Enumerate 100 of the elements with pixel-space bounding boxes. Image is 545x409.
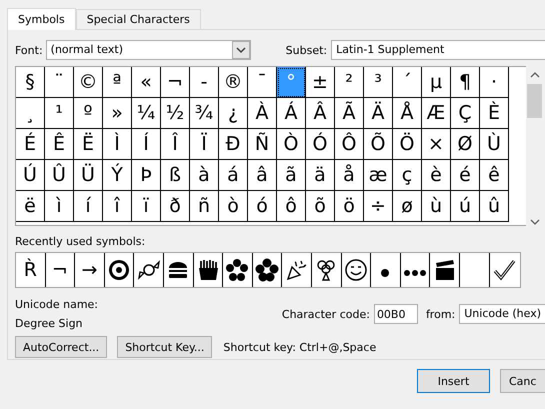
symbol-cell[interactable]: ô: [277, 191, 306, 222]
symbol-cell[interactable]: ©: [74, 67, 103, 98]
symbol-cell[interactable]: «: [132, 67, 161, 98]
symbol-cell[interactable]: É: [16, 129, 45, 160]
symbol-cell[interactable]: ¸: [16, 98, 45, 129]
symbol-cell[interactable]: Ó: [306, 129, 335, 160]
symbol-cell[interactable]: Ù: [480, 129, 509, 160]
symbol-cell[interactable]: Ë: [74, 129, 103, 160]
check-icon[interactable]: [492, 258, 516, 282]
autocorrect-button[interactable]: AutoCorrect...: [15, 336, 108, 358]
symbol-cell[interactable]: ¬: [161, 67, 190, 98]
symbol-cell[interactable]: È: [480, 98, 509, 129]
scroll-up-icon[interactable]: [530, 71, 540, 79]
symbol-cell[interactable]: ñ: [190, 191, 219, 222]
symbol-cell[interactable]: ð: [161, 191, 190, 222]
symbol-cell[interactable]: -: [190, 67, 219, 98]
symbol-cell[interactable]: ç: [393, 160, 422, 191]
symbol-cell[interactable]: ½: [161, 98, 190, 129]
symbol-cell[interactable]: à: [190, 160, 219, 191]
symbol-cell[interactable]: ²: [335, 67, 364, 98]
symbol-cell[interactable]: Ê: [45, 129, 74, 160]
symbol-cell[interactable]: Ö: [393, 129, 422, 160]
confetti-icon[interactable]: [284, 258, 309, 282]
symbol-cell[interactable]: û: [480, 191, 509, 222]
symbol-cell[interactable]: ÷: [364, 191, 393, 222]
symbol-cell[interactable]: ¼: [132, 98, 161, 129]
symbol-cell[interactable]: Å: [393, 98, 422, 129]
symbol-cell[interactable]: ã: [277, 160, 306, 191]
tab[interactable]: Special Characters: [76, 9, 201, 29]
smiley-icon[interactable]: [344, 258, 368, 282]
symbol-cell[interactable]: õ: [306, 191, 335, 222]
symbol-cell[interactable]: Î: [161, 129, 190, 160]
symbol-cell[interactable]: ß: [161, 160, 190, 191]
dialog-button[interactable]: Canc: [500, 369, 545, 393]
symbol-cell[interactable]: á: [219, 160, 248, 191]
recent-symbol[interactable]: ¬: [52, 259, 68, 281]
symbol-cell[interactable]: Ô: [335, 129, 364, 160]
symbol-cell[interactable]: ì: [45, 191, 74, 222]
symbol-cell[interactable]: ù: [422, 191, 451, 222]
symbol-cell[interactable]: Þ: [132, 160, 161, 191]
symbol-cell[interactable]: æ: [364, 160, 393, 191]
symbol-cell[interactable]: ó: [248, 191, 277, 222]
symbol-cell[interactable]: â: [248, 160, 277, 191]
symbol-cell[interactable]: Ð: [219, 129, 248, 160]
recent-symbol[interactable]: →: [82, 259, 98, 281]
scroll-thumb[interactable]: [527, 84, 542, 118]
symbol-cell[interactable]: ë: [16, 191, 45, 222]
character-code-field[interactable]: 00B0: [374, 304, 418, 324]
from-dropdown[interactable]: Unicode (hex): [459, 304, 545, 324]
scroll-down-icon[interactable]: [530, 218, 540, 226]
symbol-cell[interactable]: ®: [219, 67, 248, 98]
symbol-cell[interactable]: Â: [306, 98, 335, 129]
symbol-cell[interactable]: ò: [219, 191, 248, 222]
symbol-cell[interactable]: å: [335, 160, 364, 191]
symbol-cell[interactable]: ø: [393, 191, 422, 222]
symbol-cell[interactable]: Õ: [364, 129, 393, 160]
symbol-cell[interactable]: Ï: [190, 129, 219, 160]
symbol-cell[interactable]: ä: [306, 160, 335, 191]
symbol-cell[interactable]: é: [451, 160, 480, 191]
symbol-cell[interactable]: Æ: [422, 98, 451, 129]
symbol-cell[interactable]: Í: [132, 129, 161, 160]
recent-symbol[interactable]: R̀: [24, 259, 37, 281]
tab[interactable]: Symbols: [7, 8, 76, 30]
symbol-cell[interactable]: ¶: [451, 67, 480, 98]
symbol-cell[interactable]: Ø: [451, 129, 480, 160]
symbol-cell[interactable]: ú: [451, 191, 480, 222]
symbol-cell[interactable]: ª: [103, 67, 132, 98]
symbol-cell[interactable]: ¾: [190, 98, 219, 129]
symbol-cell[interactable]: ¿: [219, 98, 248, 129]
symbol-cell[interactable]: º: [74, 98, 103, 129]
shortcut-key-button[interactable]: Shortcut Key...: [117, 336, 212, 358]
symbol-cell[interactable]: è: [422, 160, 451, 191]
symbol-cell[interactable]: ¹: [45, 98, 74, 129]
symbol-cell[interactable]: Ã: [335, 98, 364, 129]
symbol-cell[interactable]: ³: [364, 67, 393, 98]
symbol-cell[interactable]: Ò: [277, 129, 306, 160]
symbol-cell[interactable]: Ý: [103, 160, 132, 191]
symbol-cell[interactable]: Ñ: [248, 129, 277, 160]
symbol-cell[interactable]: Ú: [16, 160, 45, 191]
subset-dropdown[interactable]: Latin-1 Supplement: [331, 40, 545, 60]
dialog-button[interactable]: Insert: [417, 369, 490, 393]
symbol-cell[interactable]: §: [16, 67, 45, 98]
symbol-cell[interactable]: »: [103, 98, 132, 129]
symbol-cell[interactable]: î: [103, 191, 132, 222]
symbol-cell[interactable]: À: [248, 98, 277, 129]
symbol-cell[interactable]: ï: [132, 191, 161, 222]
symbol-cell[interactable]: í: [74, 191, 103, 222]
symbol-cell[interactable]: ê: [480, 160, 509, 191]
flower-icon[interactable]: [225, 258, 250, 282]
candy-icon[interactable]: [136, 258, 161, 282]
symbol-cell[interactable]: ×: [422, 129, 451, 160]
symbol-cell[interactable]: ö: [335, 191, 364, 222]
symbol-cell[interactable]: ±: [306, 67, 335, 98]
symbol-cell[interactable]: Á: [277, 98, 306, 129]
font-dropdown[interactable]: (normal text): [46, 40, 251, 60]
symbol-cell[interactable]: Ì: [103, 129, 132, 160]
flower-icon[interactable]: [255, 258, 280, 282]
symbol-cell[interactable]: Ç: [451, 98, 480, 129]
symbol-cell[interactable]: Ä: [364, 98, 393, 129]
symbol-cell[interactable]: µ: [422, 67, 451, 98]
